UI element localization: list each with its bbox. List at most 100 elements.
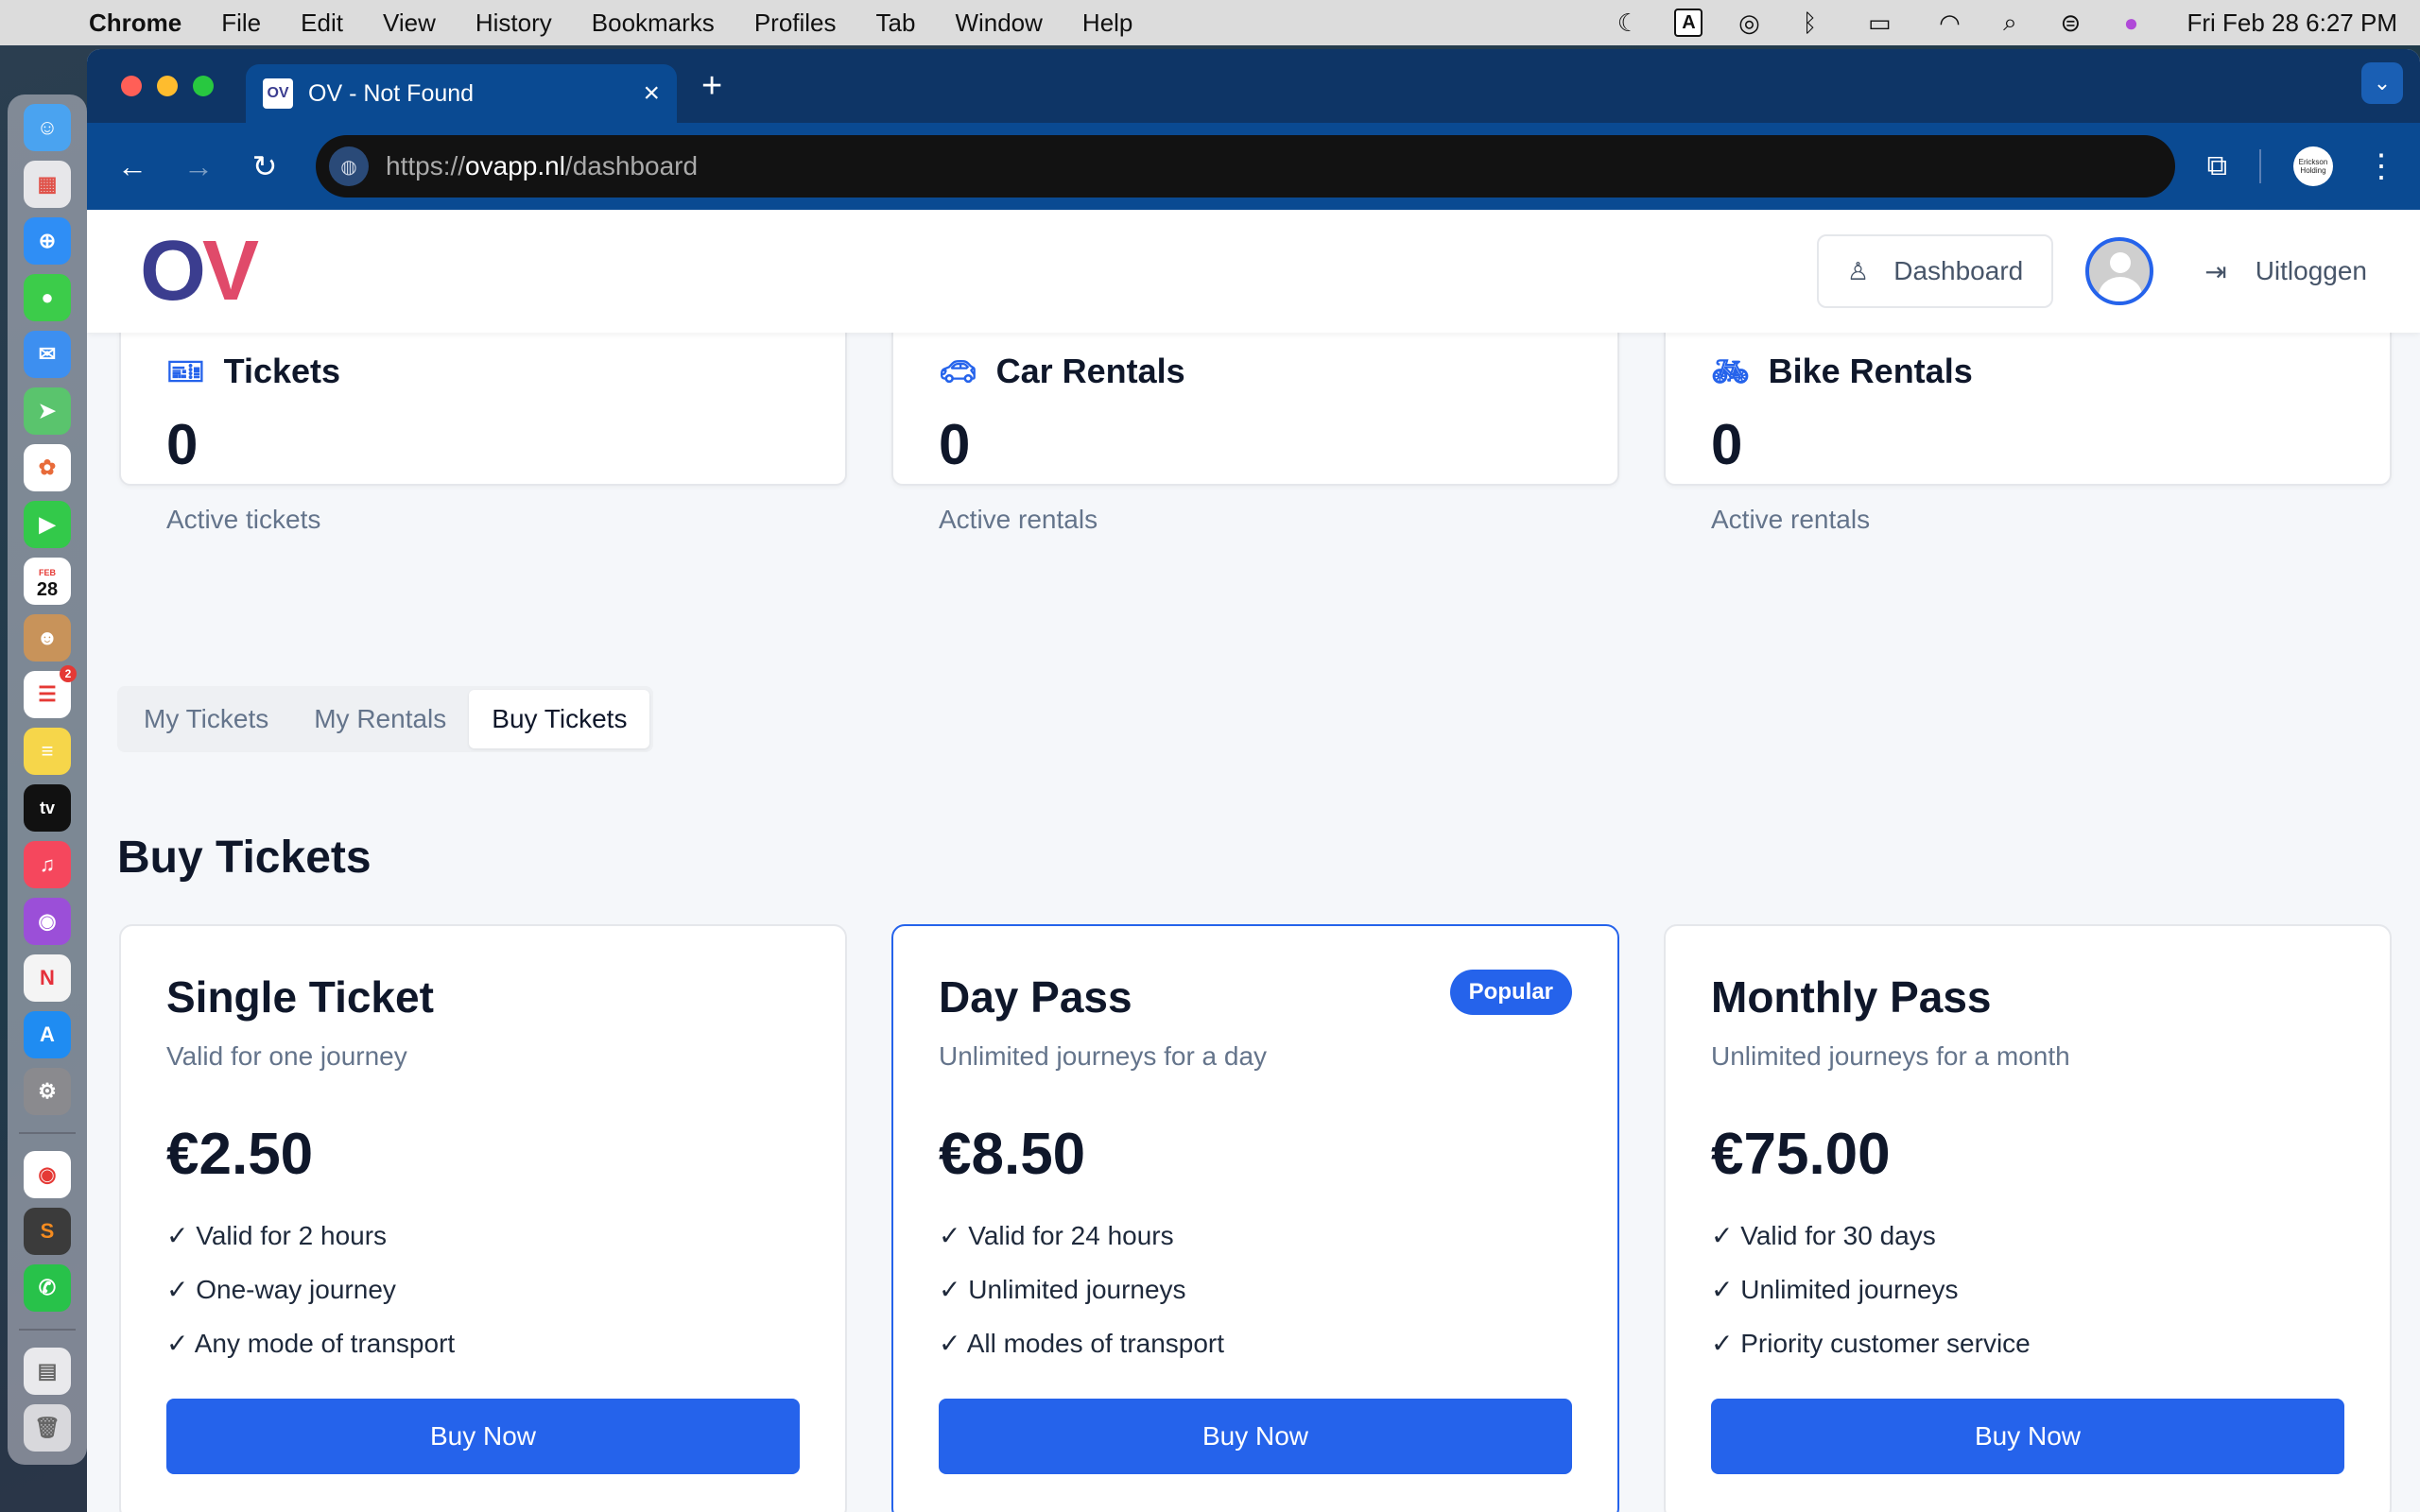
user-avatar[interactable]	[2085, 237, 2154, 305]
app-store-icon[interactable]: A	[24, 1011, 71, 1058]
stat-value: 0	[1711, 413, 1743, 476]
finder-icon[interactable]: ☺	[24, 104, 71, 151]
profile-avatar[interactable]: Erickson Holding	[2293, 146, 2333, 186]
product-price: €75.00	[1711, 1122, 1891, 1187]
menu-edit[interactable]: Edit	[301, 9, 343, 38]
feature-item: ✓ Valid for 24 hours	[939, 1221, 1174, 1250]
chrome-menu-icon[interactable]: ⋮	[2365, 147, 2397, 185]
menu-file[interactable]: File	[221, 9, 261, 38]
chrome-window: OV OV - Not Found × + ⌄ ← → ↻ ◍ https://…	[87, 49, 2420, 1512]
calendar-day-label: 28	[36, 579, 59, 600]
control-center-icon[interactable]: ⊜	[2056, 9, 2084, 37]
system-settings-icon[interactable]: ⚙	[24, 1068, 71, 1115]
menu-window[interactable]: Window	[955, 9, 1042, 38]
notes-icon[interactable]: ≡	[24, 728, 71, 775]
tab-search-chevron-icon[interactable]: ⌄	[2361, 62, 2403, 104]
dock-separator-2	[19, 1329, 76, 1331]
browser-tab[interactable]: OV OV - Not Found ×	[246, 64, 677, 123]
logout-button[interactable]: ⇥ Uitloggen	[2204, 256, 2367, 287]
siri-icon[interactable]: ●	[2117, 9, 2145, 37]
safari-icon[interactable]: ⊕	[24, 217, 71, 265]
site-info-icon[interactable]: ◍	[329, 146, 369, 186]
product-description: Unlimited journeys for a month	[1711, 1041, 2070, 1071]
car-icon: 🚗︎	[939, 354, 977, 388]
popular-badge: Popular	[1449, 970, 1572, 1015]
airdrop-icon[interactable]: ◎	[1735, 9, 1763, 37]
stat-title: Bike Rentals	[1768, 352, 1973, 390]
input-source-icon[interactable]: A	[1674, 9, 1703, 37]
spotlight-search-icon[interactable]: ⌕	[1996, 8, 2024, 37]
battery-icon[interactable]: ▭	[1856, 9, 1903, 37]
logo-letter-o: O	[140, 223, 206, 318]
feature-item: ✓ Valid for 2 hours	[166, 1221, 388, 1250]
menu-view[interactable]: View	[383, 9, 436, 38]
messages-icon[interactable]: ●	[24, 274, 71, 321]
buy-now-button[interactable]: Buy Now	[939, 1399, 1572, 1474]
dashboard-button[interactable]: ♙ Dashboard	[1816, 234, 2054, 308]
toolbar-divider	[2259, 149, 2261, 183]
sublime-text-icon[interactable]: S	[24, 1208, 71, 1255]
contacts-icon[interactable]: ☻	[24, 614, 71, 662]
focus-moon-icon[interactable]: ☾	[1614, 9, 1642, 37]
zoom-window-button[interactable]	[193, 76, 214, 96]
tab-buy-tickets[interactable]: Buy Tickets	[469, 690, 650, 748]
buy-now-button[interactable]: Buy Now	[166, 1399, 800, 1474]
downloads-stack-icon[interactable]: ▤	[24, 1348, 71, 1395]
web-page: OV ♙ Dashboard ⇥ Uitloggen 🎫︎ Tickets 0	[87, 210, 2420, 1512]
back-button[interactable]: ←	[110, 144, 155, 189]
feature-list: ✓ Valid for 30 days ✓ Unlimited journeys…	[1711, 1220, 2344, 1359]
wifi-icon[interactable]: ◠	[1935, 9, 1963, 37]
ov-favicon-icon: OV	[263, 78, 293, 109]
apple-tv-icon[interactable]: tv	[24, 784, 71, 832]
launchpad-icon[interactable]: ▦	[24, 161, 71, 208]
product-description: Valid for one journey	[166, 1041, 407, 1071]
stat-label: Active tickets	[166, 505, 321, 534]
close-tab-icon[interactable]: ×	[643, 77, 660, 110]
feature-item: ✓ All modes of transport	[939, 1329, 1225, 1358]
facetime-icon[interactable]: ▶	[24, 501, 71, 548]
minimize-window-button[interactable]	[157, 76, 178, 96]
menu-bookmarks[interactable]: Bookmarks	[592, 9, 715, 38]
bike-icon: 🚲︎	[1711, 354, 1750, 388]
tab-my-rentals[interactable]: My Rentals	[291, 690, 469, 748]
mail-icon[interactable]: ✉	[24, 331, 71, 378]
browser-toolbar: ← → ↻ ◍ https://ovapp.nl/dashboard ⧉ Eri…	[87, 123, 2420, 210]
reminders-icon[interactable]: ☰ 2	[24, 665, 77, 718]
whatsapp-icon[interactable]: ✆	[24, 1264, 71, 1312]
bluetooth-icon[interactable]: ᛒ	[1795, 9, 1824, 37]
feature-item: ✓ Priority customer service	[1711, 1329, 2031, 1358]
news-icon[interactable]: N	[24, 954, 71, 1002]
menu-app-chrome[interactable]: Chrome	[89, 9, 182, 38]
music-icon[interactable]: ♫	[24, 841, 71, 888]
photos-icon[interactable]: ✿	[24, 444, 71, 491]
menu-profiles[interactable]: Profiles	[754, 9, 837, 38]
stat-title: Tickets	[223, 352, 341, 390]
menu-history[interactable]: History	[475, 9, 552, 38]
feature-item: ✓ Valid for 30 days	[1711, 1221, 1936, 1250]
tab-title: OV - Not Found	[308, 79, 475, 107]
forward-button[interactable]: →	[176, 144, 221, 189]
feature-list: ✓ Valid for 24 hours ✓ Unlimited journey…	[939, 1220, 1572, 1359]
chrome-icon[interactable]: ◉	[24, 1151, 71, 1198]
maps-icon[interactable]: ➤	[24, 387, 71, 435]
reminders-badge: 2	[60, 665, 77, 682]
dock-separator	[19, 1132, 76, 1134]
reload-button[interactable]: ↻	[242, 144, 287, 189]
buy-now-button[interactable]: Buy Now	[1711, 1399, 2344, 1474]
stat-label: Active rentals	[939, 505, 1098, 534]
extensions-puzzle-icon[interactable]: ⧉	[2207, 150, 2227, 182]
menubar-clock[interactable]: Fri Feb 28 6:27 PM	[2187, 9, 2397, 38]
menu-help[interactable]: Help	[1082, 9, 1132, 38]
trash-icon[interactable]: 🗑	[24, 1404, 71, 1452]
url-path: /dashboard	[564, 151, 699, 180]
ov-logo[interactable]: OV	[140, 223, 259, 320]
feature-item: ✓ One-way journey	[166, 1275, 396, 1304]
close-window-button[interactable]	[121, 76, 142, 96]
product-price: €8.50	[939, 1122, 1086, 1187]
podcasts-icon[interactable]: ◉	[24, 898, 71, 945]
menu-tab[interactable]: Tab	[876, 9, 916, 38]
calendar-icon[interactable]: FEB 28	[24, 558, 71, 605]
address-bar[interactable]: ◍ https://ovapp.nl/dashboard	[316, 135, 2175, 198]
new-tab-button[interactable]: +	[701, 66, 722, 107]
tab-my-tickets[interactable]: My Tickets	[121, 690, 291, 748]
